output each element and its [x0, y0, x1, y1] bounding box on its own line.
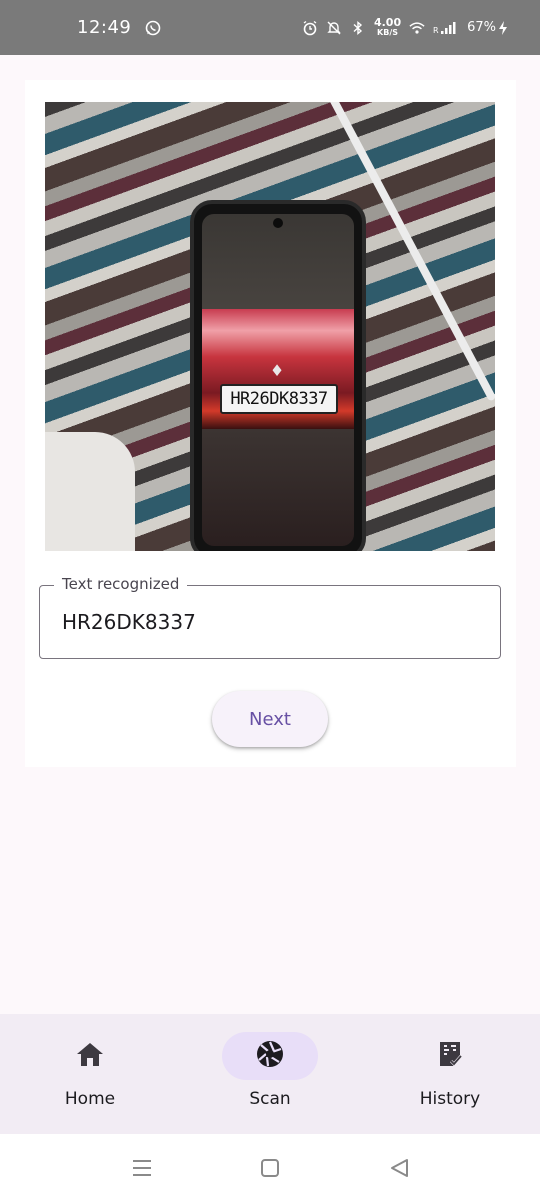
car-logo-icon: ♦	[269, 361, 285, 380]
home-square-icon[interactable]	[255, 1154, 285, 1182]
photo-phone: ♦ HR26DK8337	[190, 200, 366, 551]
nav-label-history: History	[419, 1089, 481, 1109]
captured-plate-photo: ♦ HR26DK8337	[45, 102, 495, 551]
nav-item-scan[interactable]: Scan	[200, 1032, 340, 1122]
svg-text:R: R	[433, 26, 439, 35]
status-bar: 12:49 4.00 KB/S R 67%	[0, 0, 540, 55]
mute-icon	[326, 20, 342, 36]
text-recognized-field[interactable]: Text recognized	[39, 575, 501, 659]
status-right: 4.00 KB/S R 67%	[302, 0, 508, 55]
nav-label-scan: Scan	[249, 1089, 291, 1109]
network-speed-unit: KB/S	[377, 27, 399, 37]
wifi-icon	[409, 20, 425, 36]
photo-cloth	[45, 432, 135, 551]
shutter-icon	[255, 1039, 285, 1073]
nav-pill-history	[402, 1032, 498, 1080]
home-icon	[75, 1040, 105, 1072]
photo-license-plate: HR26DK8337	[220, 384, 338, 414]
bluetooth-icon	[350, 20, 366, 36]
back-icon[interactable]	[384, 1154, 414, 1182]
history-icon	[435, 1039, 465, 1073]
nav-pill-scan	[222, 1032, 318, 1080]
battery-level: 67%	[467, 20, 496, 35]
photo-phone-notch	[273, 218, 283, 228]
text-recognized-label: Text recognized	[54, 575, 188, 593]
text-recognized-input[interactable]	[62, 610, 484, 634]
network-speed-value: 4.00	[373, 15, 402, 29]
nav-label-home: Home	[64, 1089, 116, 1109]
recents-icon[interactable]	[127, 1154, 157, 1182]
nav-item-history[interactable]: History	[380, 1032, 520, 1122]
next-button[interactable]: Next	[212, 691, 328, 747]
alarm-icon	[302, 20, 318, 36]
photo-phone-screen: ♦ HR26DK8337	[202, 214, 354, 546]
nav-pill-home	[42, 1032, 138, 1080]
bottom-navigation: Home Scan History	[0, 1014, 540, 1134]
status-left: 12:49	[77, 0, 161, 55]
whatsapp-icon	[145, 20, 161, 36]
scan-result-card: ♦ HR26DK8337 Text recognized Next	[25, 80, 516, 767]
status-time: 12:49	[77, 17, 132, 38]
system-navigation-bar	[0, 1134, 540, 1200]
signal-icon: R	[433, 20, 459, 36]
nav-item-home[interactable]: Home	[20, 1032, 160, 1122]
charging-icon	[498, 20, 508, 36]
network-speed: 4.00 KB/S	[373, 15, 402, 38]
